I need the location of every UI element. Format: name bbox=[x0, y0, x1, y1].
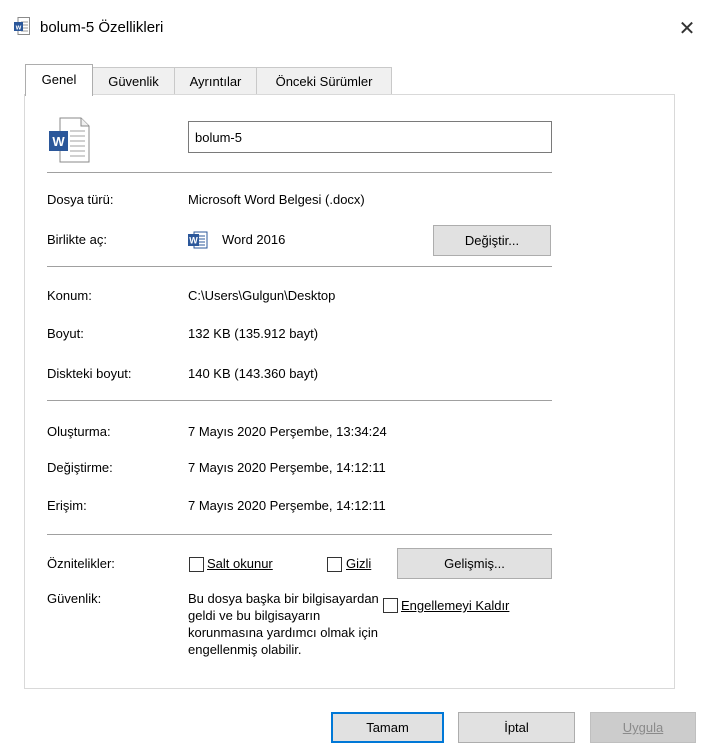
created-value: 7 Mayıs 2020 Perşembe, 13:34:24 bbox=[188, 424, 387, 439]
word-document-icon: w bbox=[14, 17, 30, 35]
tab-label: Ayrıntılar bbox=[189, 74, 242, 89]
close-icon: ✕ bbox=[678, 17, 696, 40]
hidden-checkbox[interactable] bbox=[327, 557, 342, 572]
title-bar: w bolum-5 Özellikleri ✕ bbox=[0, 0, 706, 46]
size-value: 132 KB (135.912 bayt) bbox=[188, 326, 319, 341]
separator bbox=[47, 266, 552, 267]
size-label: Boyut: bbox=[47, 326, 84, 341]
svg-text:w: w bbox=[15, 24, 22, 31]
change-button-mnemonic: ğ bbox=[481, 233, 489, 248]
security-label: Güvenlik: bbox=[47, 591, 102, 606]
hidden-label[interactable]: Gizli bbox=[346, 556, 371, 571]
file-type-label: Dosya türü: bbox=[47, 192, 114, 207]
change-button-label: De bbox=[464, 233, 482, 248]
location-value: C:\Users\Gulgun\Desktop bbox=[188, 288, 336, 303]
unblock-label-text: Engellemeyi Kaldır bbox=[401, 598, 510, 613]
word-document-large-icon: W bbox=[49, 117, 90, 163]
tab-guvenlik[interactable]: Güvenlik bbox=[92, 67, 175, 95]
file-type-value: Microsoft Word Belgesi (.docx) bbox=[188, 192, 365, 207]
tab-ayrintilar[interactable]: Ayrıntılar bbox=[174, 67, 257, 95]
tab-genel[interactable]: Genel bbox=[25, 64, 93, 96]
separator bbox=[47, 400, 552, 401]
tab-onceki-surumler[interactable]: Önceki Sürümler bbox=[256, 67, 392, 95]
location-label: Konum: bbox=[47, 288, 92, 303]
created-label: Oluşturma: bbox=[47, 424, 111, 439]
readonly-checkbox[interactable] bbox=[189, 557, 204, 572]
cancel-button[interactable]: İptal bbox=[458, 712, 575, 743]
opens-with-label: Birlikte aç: bbox=[47, 232, 107, 247]
change-button[interactable]: Değiştir... bbox=[433, 225, 551, 256]
readonly-label[interactable]: Salt okunur bbox=[207, 556, 273, 571]
ok-button-label: Tamam bbox=[366, 720, 409, 735]
change-button-label-rest: iştir... bbox=[488, 233, 520, 248]
apply-button[interactable]: Uygula bbox=[590, 712, 696, 743]
unblock-checkbox[interactable] bbox=[383, 598, 398, 613]
window-title: bolum-5 Özellikleri bbox=[40, 19, 164, 36]
cancel-button-label: İptal bbox=[504, 720, 529, 735]
separator bbox=[47, 172, 552, 173]
word-app-icon: W bbox=[188, 231, 208, 249]
tab-label: Önceki Sürümler bbox=[275, 74, 373, 89]
hidden-label-text: Gizli bbox=[346, 556, 372, 571]
size-on-disk-label: Diskteki boyut: bbox=[47, 366, 132, 381]
accessed-value: 7 Mayıs 2020 Perşembe, 14:12:11 bbox=[188, 498, 386, 513]
advanced-button-label: Gelişmiş... bbox=[444, 556, 505, 571]
security-text: Bu dosya başka bir bilgisayardan geldi v… bbox=[188, 591, 379, 657]
svg-text:W: W bbox=[52, 134, 65, 149]
tab-label: Güvenlik bbox=[108, 74, 159, 89]
close-button[interactable]: ✕ bbox=[668, 10, 706, 46]
size-on-disk-value: 140 KB (143.360 bayt) bbox=[188, 366, 319, 381]
ok-button[interactable]: Tamam bbox=[331, 712, 444, 743]
accessed-label: Erişim: bbox=[47, 498, 87, 513]
modified-value: 7 Mayıs 2020 Perşembe, 14:12:11 bbox=[188, 460, 386, 475]
attributes-label: Öznitelikler: bbox=[47, 556, 115, 571]
svg-text:W: W bbox=[189, 236, 198, 246]
unblock-label[interactable]: Engellemeyi Kaldır bbox=[401, 598, 509, 613]
apply-button-label: Uygula bbox=[622, 720, 664, 735]
advanced-button[interactable]: Gelişmiş... bbox=[397, 548, 552, 579]
modified-label: Değiştirme: bbox=[47, 460, 113, 475]
tab-label: Genel bbox=[41, 72, 77, 87]
separator bbox=[47, 534, 552, 535]
file-name-input[interactable] bbox=[188, 121, 552, 153]
opens-with-app: Word 2016 bbox=[222, 232, 286, 247]
readonly-label-text: Salt okunur bbox=[207, 556, 273, 571]
